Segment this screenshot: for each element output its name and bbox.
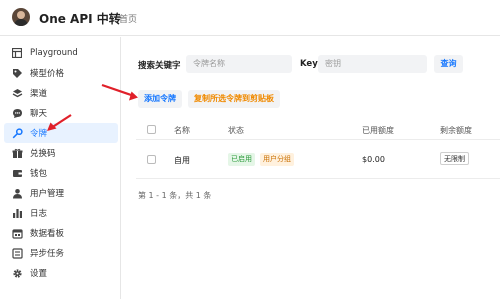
list-icon bbox=[11, 247, 23, 259]
sidebar-item-logs[interactable]: 日志 bbox=[4, 203, 118, 223]
sidebar-item-label: 用户管理 bbox=[30, 189, 65, 199]
row-checkbox[interactable] bbox=[147, 155, 156, 164]
sidebar-item-label: 兑换码 bbox=[30, 149, 56, 159]
sidebar-item-dashboard[interactable]: 数据看板 bbox=[4, 223, 118, 243]
top-bar: One API 中转 首页 bbox=[0, 0, 500, 36]
sidebar-item-label: 数据看板 bbox=[30, 229, 65, 239]
table-row: 自用 已启用 用户分组 $0.00 无限制 bbox=[136, 141, 500, 179]
bar-chart-icon bbox=[11, 207, 23, 219]
select-all-checkbox[interactable] bbox=[147, 125, 156, 134]
user-icon bbox=[11, 187, 23, 199]
sidebar-item-playground[interactable]: Playground bbox=[4, 43, 118, 63]
used-quota: $0.00 bbox=[362, 155, 385, 164]
token-name: 自用 bbox=[174, 156, 190, 165]
app-logo[interactable] bbox=[12, 8, 30, 26]
sidebar-item-settings[interactable]: 设置 bbox=[4, 263, 118, 283]
gear-icon bbox=[11, 267, 23, 279]
column-header-status: 状态 bbox=[228, 126, 244, 135]
main-content: 搜索关键字 令牌名称 Key 密钥 查询 添加令牌 复制所选令牌到剪贴板 名称 … bbox=[122, 37, 500, 299]
sidebar-item-label: 模型价格 bbox=[30, 69, 65, 79]
table-header: 名称 状态 已用额度 剩余额度 bbox=[136, 120, 500, 140]
sidebar-item-label: 异步任务 bbox=[30, 249, 65, 259]
sidebar-item-redeem[interactable]: 兑换码 bbox=[4, 143, 118, 163]
sidebar: Playground 模型价格 渠道 聊天 令牌 兑换码 钱包 用户管理 日志 … bbox=[0, 37, 121, 299]
gift-icon bbox=[11, 147, 23, 159]
tag-icon bbox=[11, 67, 23, 79]
sidebar-item-label: 渠道 bbox=[30, 89, 48, 99]
search-keyword-label: 搜索关键字 bbox=[138, 61, 181, 71]
pagination-info: 第 1 - 1 条，共 1 条 bbox=[138, 191, 212, 200]
sidebar-item-label: 钱包 bbox=[30, 169, 48, 179]
sidebar-item-users[interactable]: 用户管理 bbox=[4, 183, 118, 203]
key-icon bbox=[11, 127, 23, 139]
remaining-quota-badge: 无限制 bbox=[440, 152, 469, 165]
sidebar-item-async-tasks[interactable]: 异步任务 bbox=[4, 243, 118, 263]
copy-selected-tokens-button[interactable]: 复制所选令牌到剪贴板 bbox=[188, 90, 280, 108]
add-token-button[interactable]: 添加令牌 bbox=[138, 90, 182, 108]
column-header-remaining: 剩余额度 bbox=[440, 126, 472, 135]
calendar-icon bbox=[11, 227, 23, 239]
sidebar-item-label: 聊天 bbox=[30, 109, 48, 119]
column-header-used: 已用额度 bbox=[362, 126, 394, 135]
token-name-input[interactable]: 令牌名称 bbox=[186, 55, 292, 73]
sidebar-item-channels[interactable]: 渠道 bbox=[4, 83, 118, 103]
group-badge: 用户分组 bbox=[260, 153, 294, 166]
app-title[interactable]: One API 中转 bbox=[39, 10, 121, 27]
sidebar-item-model-price[interactable]: 模型价格 bbox=[4, 63, 118, 83]
sidebar-item-wallet[interactable]: 钱包 bbox=[4, 163, 118, 183]
layout-icon bbox=[11, 47, 23, 59]
key-label: Key bbox=[300, 59, 318, 69]
column-header-name: 名称 bbox=[174, 126, 190, 135]
query-button[interactable]: 查询 bbox=[434, 55, 463, 73]
home-link[interactable]: 首页 bbox=[119, 12, 137, 25]
sidebar-item-tokens[interactable]: 令牌 bbox=[4, 123, 118, 143]
key-input[interactable]: 密钥 bbox=[318, 55, 427, 73]
sidebar-item-label: 设置 bbox=[30, 269, 48, 279]
sidebar-item-label: 日志 bbox=[30, 209, 48, 219]
sidebar-item-chat[interactable]: 聊天 bbox=[4, 103, 118, 123]
sidebar-item-label: Playground bbox=[30, 48, 78, 58]
sidebar-item-label: 令牌 bbox=[30, 129, 48, 139]
chat-icon bbox=[11, 107, 23, 119]
wallet-icon bbox=[11, 167, 23, 179]
status-badge: 已启用 bbox=[228, 153, 255, 166]
layers-icon bbox=[11, 87, 23, 99]
